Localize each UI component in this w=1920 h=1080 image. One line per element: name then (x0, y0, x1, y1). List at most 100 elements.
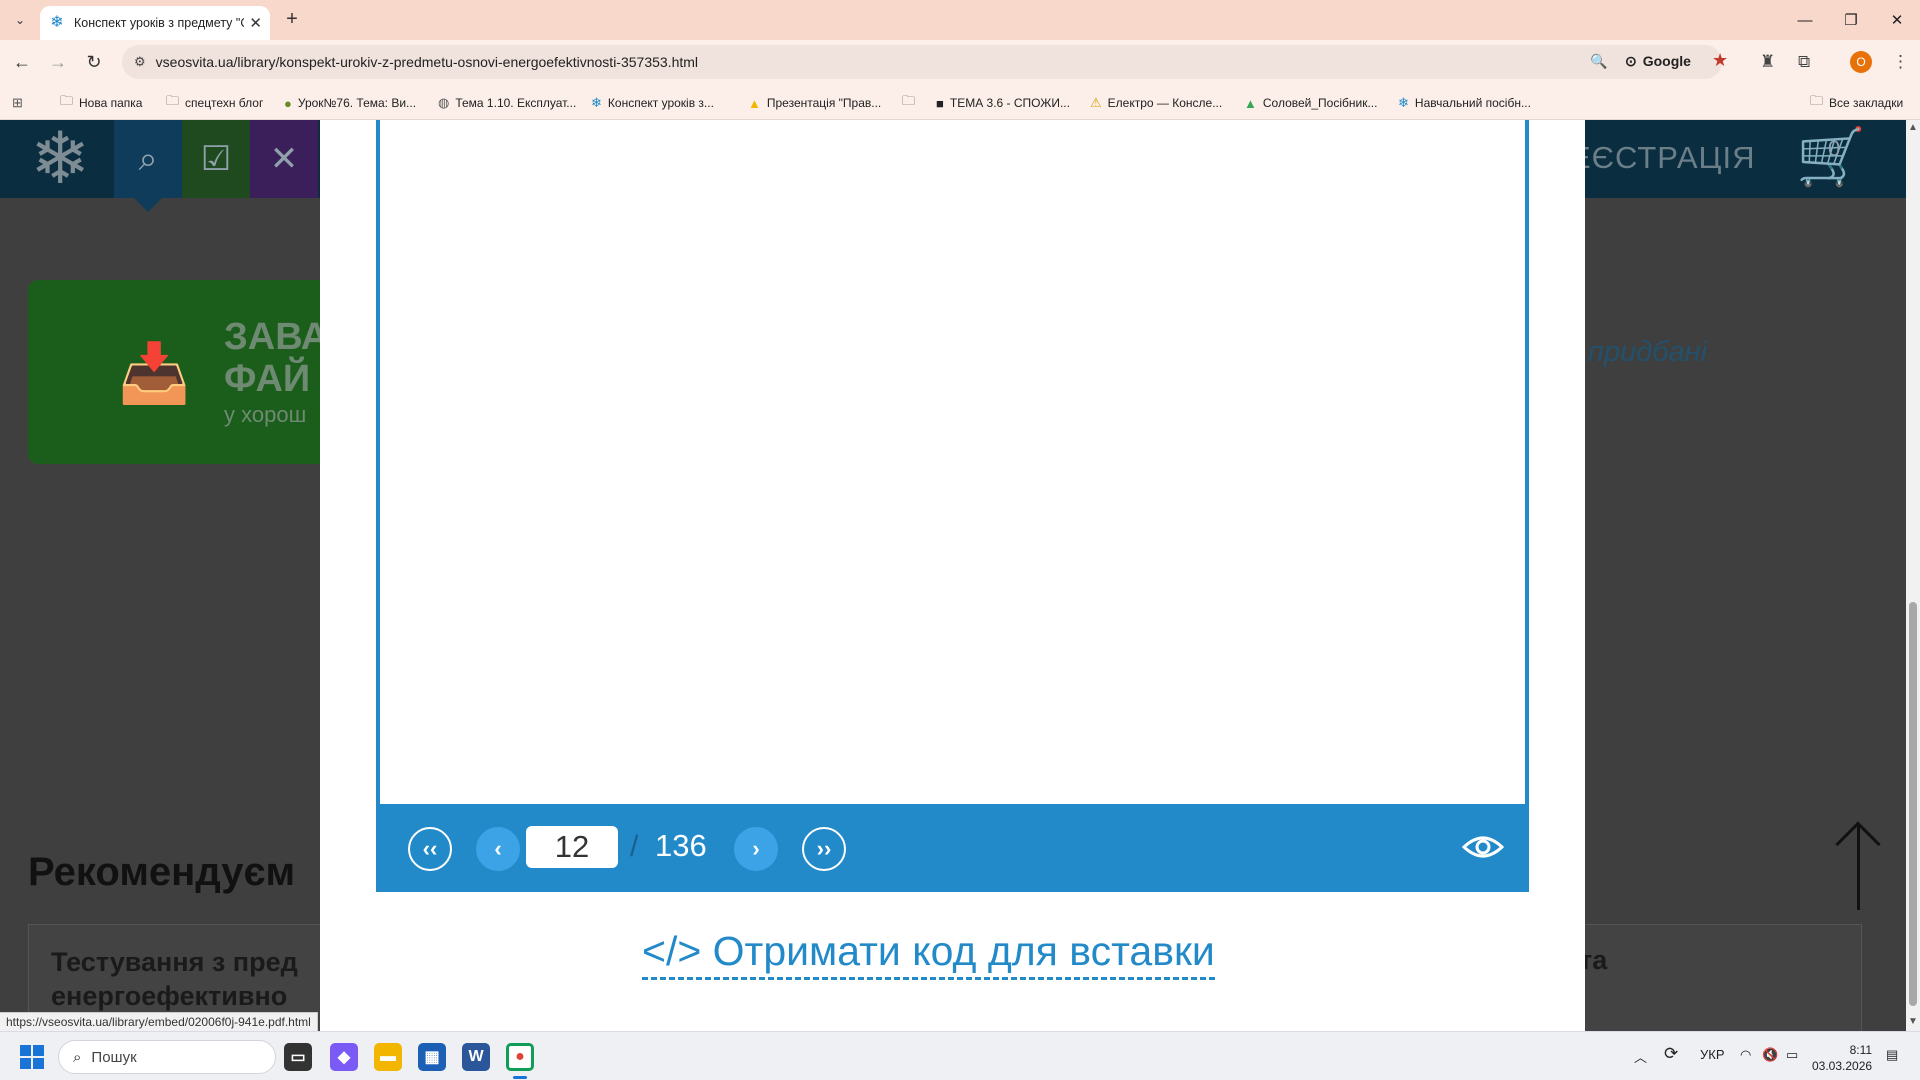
bookmark-item[interactable]: ❄ Навчальний посібн... (1398, 93, 1531, 113)
prev-page-button[interactable]: ‹ (476, 827, 520, 871)
tray-chevron-icon[interactable]: ︿ (1634, 1047, 1647, 1066)
bookmarks-bar: ⊞ 🗀 Нова папка 🗀 спецтехн блог ● Урок№76. Т… (0, 84, 1920, 120)
eye-icon[interactable] (1462, 829, 1504, 865)
scroll-thumb[interactable] (1909, 602, 1917, 1006)
search-library-icon[interactable]: ⌕ (114, 120, 182, 198)
bookmark-item[interactable]: ▲ Соловей_Посібник... (1244, 93, 1377, 113)
store-icon[interactable]: ▦ (418, 1043, 446, 1071)
google-lens-chip[interactable]: ⊙ Google (1625, 48, 1691, 74)
registration-link[interactable]: ЕЄСТРАЦІЯ (1570, 140, 1755, 176)
folder-icon: 🗀 (166, 93, 180, 108)
download-tray-icon: 📥 (118, 341, 191, 406)
browser-tab[interactable]: ❄ Конспект уроків з предмету "О ✕ (40, 6, 270, 40)
task-view-icon[interactable]: ▭ (284, 1043, 312, 1071)
profile-avatar[interactable]: O (1850, 51, 1872, 73)
first-page-button[interactable]: ‹‹ (408, 827, 452, 871)
extension-icon[interactable]: ♜ (1760, 52, 1775, 72)
slides-icon: ▲ (748, 95, 761, 111)
globe-icon: ◍ (438, 95, 450, 110)
bookmark-item[interactable]: ● Урок№76. Тема: Ви... (284, 93, 416, 113)
site-icon: ● (284, 95, 292, 111)
scroll-up-icon[interactable]: ▲ (1908, 122, 1918, 133)
page-number-input[interactable] (526, 826, 618, 868)
close-tab-icon[interactable]: ✕ (249, 14, 262, 32)
new-tab-button[interactable]: + (280, 8, 304, 32)
clock-date: 03.03.2026 (1812, 1059, 1873, 1073)
bookmark-item[interactable]: 🗀 Нова папка (60, 93, 142, 113)
minimize-button[interactable]: — (1782, 0, 1828, 40)
bookmark-item[interactable]: ■ ТЕМА 3.6 - СПОЖИ... (936, 93, 1070, 113)
bookmark-item[interactable]: ▲ Презентація "Прав... (748, 93, 881, 113)
site-logo-icon[interactable]: ❄ (30, 123, 90, 195)
snowflake-icon: ❄ (591, 95, 602, 110)
last-page-button[interactable]: ›› (802, 827, 846, 871)
lens-icon: ⊙ (1625, 52, 1637, 69)
tab-strip: ⌄ ❄ Конспект уроків з предмету "О ✕ + — … (0, 0, 1920, 40)
copilot-icon[interactable]: ◆ (330, 1043, 358, 1071)
cart-count: 0 (1828, 136, 1841, 161)
restore-button[interactable]: ❐ (1828, 0, 1874, 40)
language-indicator[interactable]: УКР (1700, 1047, 1725, 1062)
snowflake-icon: ❄ (1398, 95, 1409, 110)
tab-list-button[interactable]: ⌄ (8, 8, 32, 32)
battery-icon[interactable]: ▭ (1786, 1047, 1798, 1063)
site-info-icon[interactable]: ⚙ (134, 54, 146, 70)
bookmark-item[interactable]: ⚠ Електро — Консле... (1090, 93, 1222, 113)
taskbar: ⌕ Пошук ▭ ◆ ▬ ▦ W ● ︿ ⟳ УКР ◠ 🔇 ▭ 8:11 0… (0, 1031, 1920, 1080)
menu-kebab-icon[interactable]: ⋮ (1892, 52, 1909, 72)
search-engine-label: Google (1642, 53, 1691, 69)
tools-icon[interactable]: ✕ (250, 120, 318, 198)
file-explorer-icon[interactable]: ▬ (374, 1043, 402, 1071)
bookmark-item[interactable]: ◍ Тема 1.10. Експлуат... (438, 93, 576, 113)
active-app-indicator (513, 1076, 527, 1079)
forward-button[interactable]: → (46, 50, 70, 74)
promo-subtitle: у хорош (224, 402, 307, 427)
page-scrollbar[interactable]: ▲ ▼ (1906, 120, 1920, 1031)
scroll-to-top-icon[interactable] (1835, 820, 1881, 910)
promo-title-line2: ФАЙ (224, 358, 311, 400)
page-separator: / (630, 830, 639, 863)
notification-icon[interactable]: ▤ (1886, 1047, 1898, 1063)
browser-toolbar: ← → ↻ ⚙ vseosvita.ua/library/konspekt-ur… (0, 40, 1920, 84)
viewer-controls: ‹‹ ‹ / 136 › ›› (376, 804, 1529, 892)
zoom-icon[interactable]: 🔍 (1590, 53, 1607, 70)
windows-start-icon[interactable] (20, 1045, 44, 1069)
tests-icon[interactable]: ☑ (182, 120, 250, 198)
site-icon: ■ (936, 95, 944, 111)
bookmark-item[interactable]: 🗀 спецтехн блог (166, 93, 263, 113)
tab-title: Конспект уроків з предмету "О (74, 16, 244, 30)
bought-text: придбані (1588, 336, 1708, 368)
sync-icon[interactable]: ⟳ (1664, 1044, 1678, 1064)
bookmark-item[interactable]: 🗀 (902, 93, 921, 113)
address-bar[interactable]: ⚙ vseosvita.ua/library/konspekt-urokiv-z… (122, 45, 1722, 79)
status-bar-url: https://vseosvita.ua/library/embed/02006… (0, 1012, 318, 1032)
cart-button[interactable]: 🛒 0 (1796, 124, 1876, 194)
bookmark-item[interactable]: ❄ Конспект уроків з... (591, 93, 714, 113)
menu-pointer (134, 198, 162, 212)
drive-icon: ▲ (1244, 95, 1257, 111)
clock[interactable]: 8:11 03.03.2026 (1812, 1042, 1872, 1074)
close-window-button[interactable]: ✕ (1874, 0, 1920, 40)
chrome-icon[interactable]: ● (506, 1043, 534, 1071)
test-card-title: Тестування з пред енергоефективно (51, 947, 298, 1011)
taskbar-search[interactable]: ⌕ Пошук (58, 1040, 276, 1074)
volume-muted-icon[interactable]: 🔇 (1762, 1047, 1778, 1063)
recommend-heading: Рекомендуєм (28, 850, 296, 894)
warning-icon: ⚠ (1090, 95, 1102, 110)
promo-title-line1: ЗАВА (224, 316, 329, 358)
bookmark-star-icon[interactable]: ★ (1712, 50, 1728, 71)
document-page-area[interactable] (376, 120, 1529, 892)
get-embed-code-link[interactable]: </> Отримати код для вставки (642, 928, 1215, 980)
back-button[interactable]: ← (10, 50, 34, 74)
word-icon[interactable]: W (462, 1043, 490, 1071)
url-text: vseosvita.ua/library/konspekt-urokiv-z-p… (155, 54, 699, 70)
extensions-puzzle-icon[interactable]: ⧉ (1798, 52, 1810, 72)
apps-grid-icon[interactable]: ⊞ (12, 93, 29, 113)
scroll-down-icon[interactable]: ▼ (1908, 1016, 1918, 1027)
wifi-icon[interactable]: ◠ (1740, 1047, 1751, 1063)
all-bookmarks[interactable]: 🗀 Все закладки (1810, 93, 1903, 113)
next-page-button[interactable]: › (734, 827, 778, 871)
search-icon: ⌕ (73, 1048, 82, 1066)
reload-button[interactable]: ↻ (82, 50, 106, 74)
total-pages: 136 (655, 828, 707, 863)
